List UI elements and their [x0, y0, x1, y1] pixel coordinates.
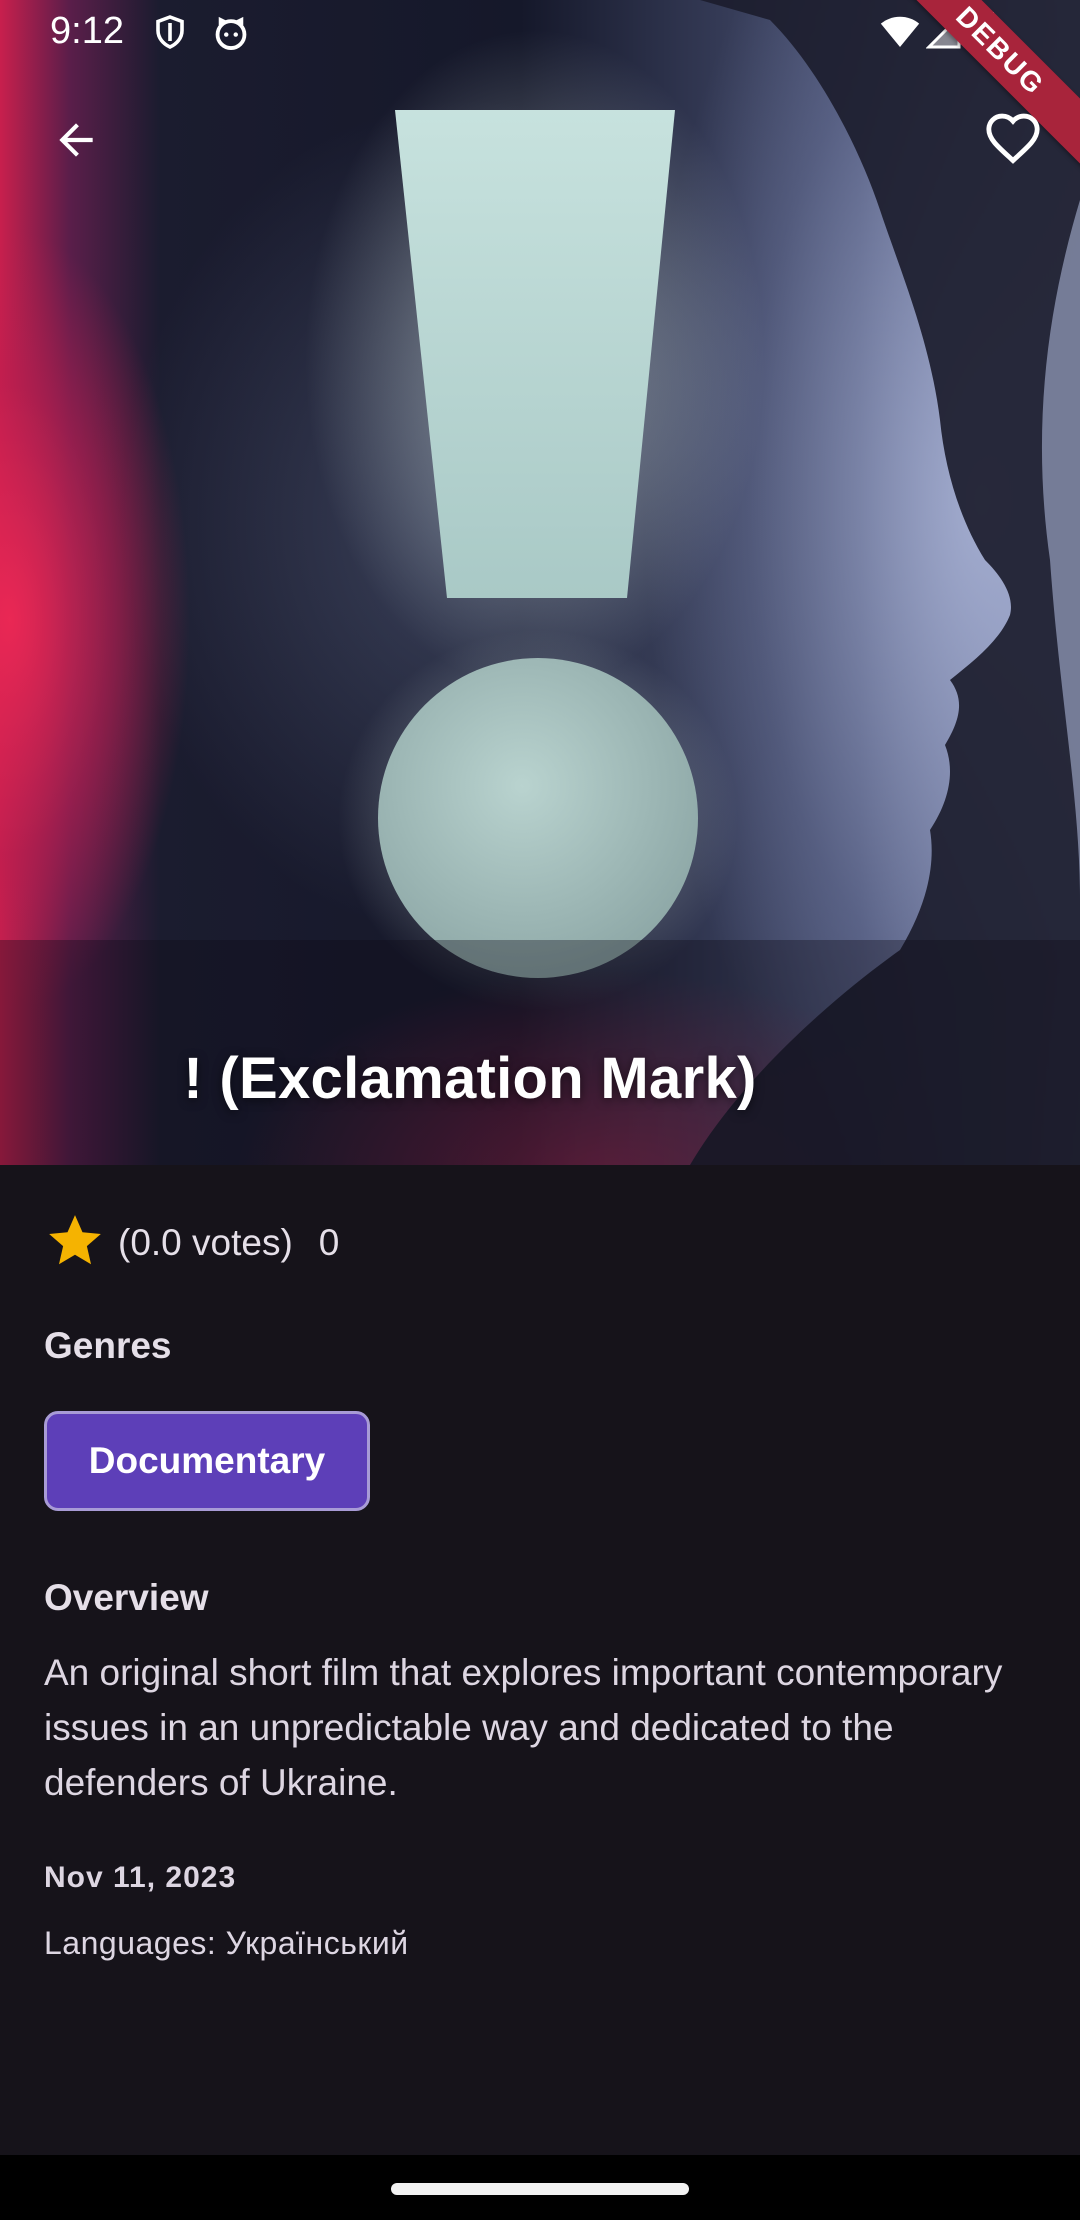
genre-chip-documentary[interactable]: Documentary: [44, 1411, 370, 1511]
vote-count: 0: [318, 1222, 340, 1263]
poster-artwork: [0, 0, 1080, 1165]
system-nav-bar: [0, 2155, 1080, 2220]
status-time: 9:12: [50, 10, 124, 52]
genres-heading: Genres: [44, 1325, 172, 1366]
movie-detail-screen: ! (Exclamation Mark) 9:12 DEBUG (0.0 vot…: [0, 0, 1080, 2220]
movie-poster-backdrop: ! (Exclamation Mark): [0, 0, 1080, 1165]
rating-votes: (0.0 votes): [118, 1222, 293, 1263]
favorite-button[interactable]: [965, 94, 1061, 190]
arrow-left-icon: [51, 115, 101, 170]
cat-face-icon: [212, 14, 250, 57]
movie-details: (0.0 votes) 0 Genres Documentary Overvie…: [0, 1165, 1080, 2155]
overview-text: An original short film that explores imp…: [44, 1652, 1003, 1803]
overview-heading: Overview: [44, 1577, 209, 1618]
release-date: Nov 11, 2023: [44, 1861, 237, 1894]
rating-row: (0.0 votes) 0: [44, 1211, 339, 1275]
back-button[interactable]: [28, 94, 124, 190]
status-bar: 9:12: [0, 0, 1080, 64]
shield-icon: [152, 14, 188, 55]
wifi-icon: [880, 14, 920, 55]
languages: Languages: Український: [44, 1925, 409, 1961]
heart-outline-icon: [984, 111, 1042, 174]
home-gesture-handle[interactable]: [391, 2183, 689, 2195]
movie-title: ! (Exclamation Mark): [183, 1046, 757, 1111]
star-icon: [44, 1210, 106, 1277]
